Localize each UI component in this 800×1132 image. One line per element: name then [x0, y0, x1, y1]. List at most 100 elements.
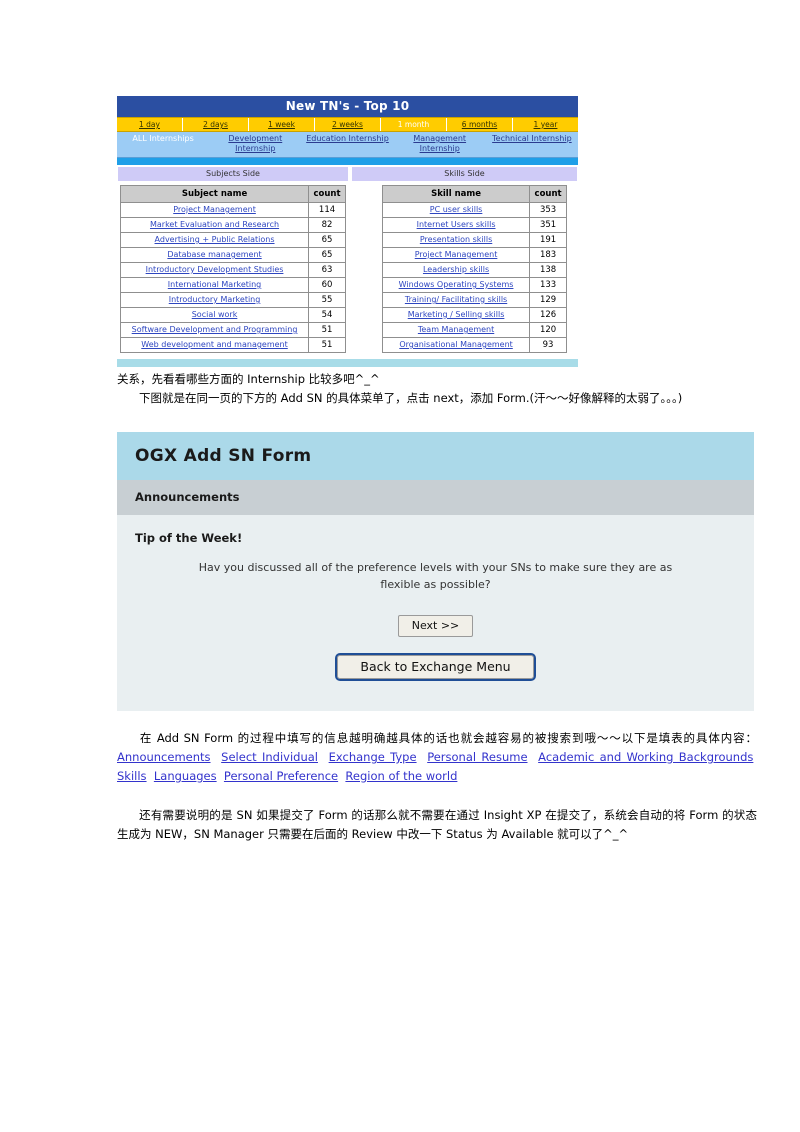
- row-name-link[interactable]: Social work: [192, 310, 238, 319]
- category-nav-label[interactable]: Technical Internship: [492, 134, 572, 143]
- category-nav-0[interactable]: ALL Internships: [117, 132, 209, 157]
- skills-side-panel: Skills Side Skill name count PC user ski…: [352, 167, 577, 355]
- row-name-cell: Introductory Marketing: [119, 292, 310, 308]
- row-name-cell: Project Management: [381, 247, 531, 263]
- category-nav-1[interactable]: Development Internship: [209, 132, 301, 157]
- row-name-link[interactable]: Presentation skills: [420, 235, 492, 244]
- form-section-link-2[interactable]: Exchange Type: [329, 750, 417, 764]
- row-name-link[interactable]: Web development and management: [141, 340, 287, 349]
- time-filter-label[interactable]: 1 month: [398, 120, 430, 129]
- time-filter-2[interactable]: 1 week: [249, 118, 315, 131]
- row-count-cell: 60: [308, 277, 346, 293]
- table-row: Introductory Development Studies 63: [119, 262, 346, 278]
- row-name-link[interactable]: Project Management: [173, 205, 256, 214]
- category-nav-label[interactable]: Development Internship: [228, 134, 282, 153]
- row-name-link[interactable]: Windows Operating Systems: [399, 280, 514, 289]
- row-name-cell: Database management: [119, 247, 310, 263]
- row-count-cell: 114: [308, 202, 346, 218]
- row-name-link[interactable]: Training/ Facilitating skills: [405, 295, 507, 304]
- row-name-link[interactable]: Marketing / Selling skills: [408, 310, 505, 319]
- row-name-link[interactable]: Internet Users skills: [417, 220, 496, 229]
- row-name-cell: Marketing / Selling skills: [381, 307, 531, 323]
- panel-footer-bar: [117, 359, 578, 367]
- row-count-cell: 51: [308, 322, 346, 338]
- subjects-table: Subject name count Project Management 114…: [119, 185, 346, 353]
- form-section-link-8[interactable]: Region of the world: [345, 769, 457, 783]
- row-name-link[interactable]: PC user skills: [430, 205, 483, 214]
- row-count-cell: 65: [308, 247, 346, 263]
- table-row: Internet Users skills 351: [381, 217, 567, 233]
- time-filter-label[interactable]: 1 day: [139, 120, 160, 129]
- table-row: Presentation skills 191: [381, 232, 567, 248]
- row-name-cell: PC user skills: [381, 202, 531, 218]
- table-row: Project Management 183: [381, 247, 567, 263]
- row-name-link[interactable]: Introductory Development Studies: [146, 265, 284, 274]
- back-button-row: Back to Exchange Menu: [117, 637, 754, 681]
- row-name-link[interactable]: International Marketing: [168, 280, 261, 289]
- category-nav-label[interactable]: Management Internship: [413, 134, 466, 153]
- row-name-link[interactable]: Advertising + Public Relations: [155, 235, 275, 244]
- tip-of-the-week-heading: Tip of the Week!: [135, 531, 243, 545]
- time-filter-label[interactable]: 1 year: [534, 120, 558, 129]
- table-row: Social work 54: [119, 307, 346, 323]
- form-section-link-4[interactable]: Academic and Working Backgrounds: [538, 750, 753, 764]
- time-filter-4[interactable]: 1 month: [381, 118, 447, 131]
- time-filter-label[interactable]: 2 weeks: [332, 120, 363, 129]
- category-nav-label[interactable]: Education Internship: [306, 134, 389, 143]
- category-nav-3[interactable]: Management Internship: [394, 132, 486, 157]
- row-count-cell: 138: [529, 262, 567, 278]
- row-name-cell: Presentation skills: [381, 232, 531, 248]
- row-name-link[interactable]: Leadership skills: [423, 265, 489, 274]
- time-filter-0[interactable]: 1 day: [117, 118, 183, 131]
- subjects-side-label: Subjects Side: [118, 167, 348, 181]
- table-row: Marketing / Selling skills 126: [381, 307, 567, 323]
- row-count-cell: 120: [529, 322, 567, 338]
- time-filter-5[interactable]: 6 months: [447, 118, 513, 131]
- time-filter-label[interactable]: 2 days: [203, 120, 228, 129]
- form-section-link-1[interactable]: Select Individual: [221, 750, 318, 764]
- table-header-row: Skill name count: [381, 185, 567, 203]
- category-nav-4[interactable]: Technical Internship: [486, 132, 578, 157]
- row-name-link[interactable]: Database management: [167, 250, 261, 259]
- row-count-cell: 51: [308, 337, 346, 353]
- form-section-link-7[interactable]: Personal Preference: [224, 769, 338, 783]
- time-filter-3[interactable]: 2 weeks: [315, 118, 381, 131]
- row-name-cell: Introductory Development Studies: [119, 262, 310, 278]
- form-section-link-5[interactable]: Skills: [117, 769, 147, 783]
- row-name-cell: Windows Operating Systems: [381, 277, 531, 293]
- table-row: Leadership skills 138: [381, 262, 567, 278]
- row-name-link[interactable]: Software Development and Programming: [132, 325, 298, 334]
- table-row: Market Evaluation and Research 82: [119, 217, 346, 233]
- row-name-cell: Internet Users skills: [381, 217, 531, 233]
- paragraph-form-sections: 在 Add SN Form 的过程中填写的信息越明确越具体的话也就会越容易的被搜…: [117, 729, 757, 786]
- category-nav-2[interactable]: Education Internship: [301, 132, 393, 157]
- back-to-exchange-menu-button[interactable]: Back to Exchange Menu: [335, 653, 536, 681]
- form-section-link-0[interactable]: Announcements: [117, 750, 211, 764]
- tn-top10-screenshot: New TN's - Top 10 1 day 2 days 1 week 2 wee…: [117, 96, 578, 367]
- row-name-link[interactable]: Team Management: [418, 325, 494, 334]
- time-filter-6[interactable]: 1 year: [513, 118, 578, 131]
- row-name-cell: Training/ Facilitating skills: [381, 292, 531, 308]
- row-name-link[interactable]: Introductory Marketing: [169, 295, 261, 304]
- time-filter-1[interactable]: 2 days: [183, 118, 249, 131]
- row-name-cell: Team Management: [381, 322, 531, 338]
- subjects-col-name: Subject name: [119, 185, 310, 203]
- row-count-cell: 129: [529, 292, 567, 308]
- ogx-form-title: OGX Add SN Form: [117, 432, 754, 480]
- paragraph-note-text: 还有需要说明的是 SN 如果提交了 Form 的话那么就不需要在通过 Insig…: [117, 808, 757, 841]
- row-name-link[interactable]: Project Management: [415, 250, 498, 259]
- row-count-cell: 353: [529, 202, 567, 218]
- row-count-cell: 351: [529, 217, 567, 233]
- row-name-link[interactable]: Market Evaluation and Research: [150, 220, 279, 229]
- time-filter-label[interactable]: 1 week: [268, 120, 295, 129]
- paragraph-intro-line1: 关系，先看看哪些方面的 Internship 比较多吧^_^: [117, 372, 380, 386]
- form-section-link-6[interactable]: Languages: [154, 769, 217, 783]
- next-button[interactable]: Next >>: [397, 615, 474, 637]
- row-name-cell: Advertising + Public Relations: [119, 232, 310, 248]
- section-divider: [117, 158, 578, 165]
- row-name-link[interactable]: Organisational Management: [399, 340, 512, 349]
- time-filter-label[interactable]: 6 months: [462, 120, 497, 129]
- ogx-form-body: Tip of the Week! Hav you discussed all o…: [117, 515, 754, 711]
- form-section-link-3[interactable]: Personal Resume: [427, 750, 527, 764]
- tip-question-text: Hav you discussed all of the preference …: [198, 561, 673, 591]
